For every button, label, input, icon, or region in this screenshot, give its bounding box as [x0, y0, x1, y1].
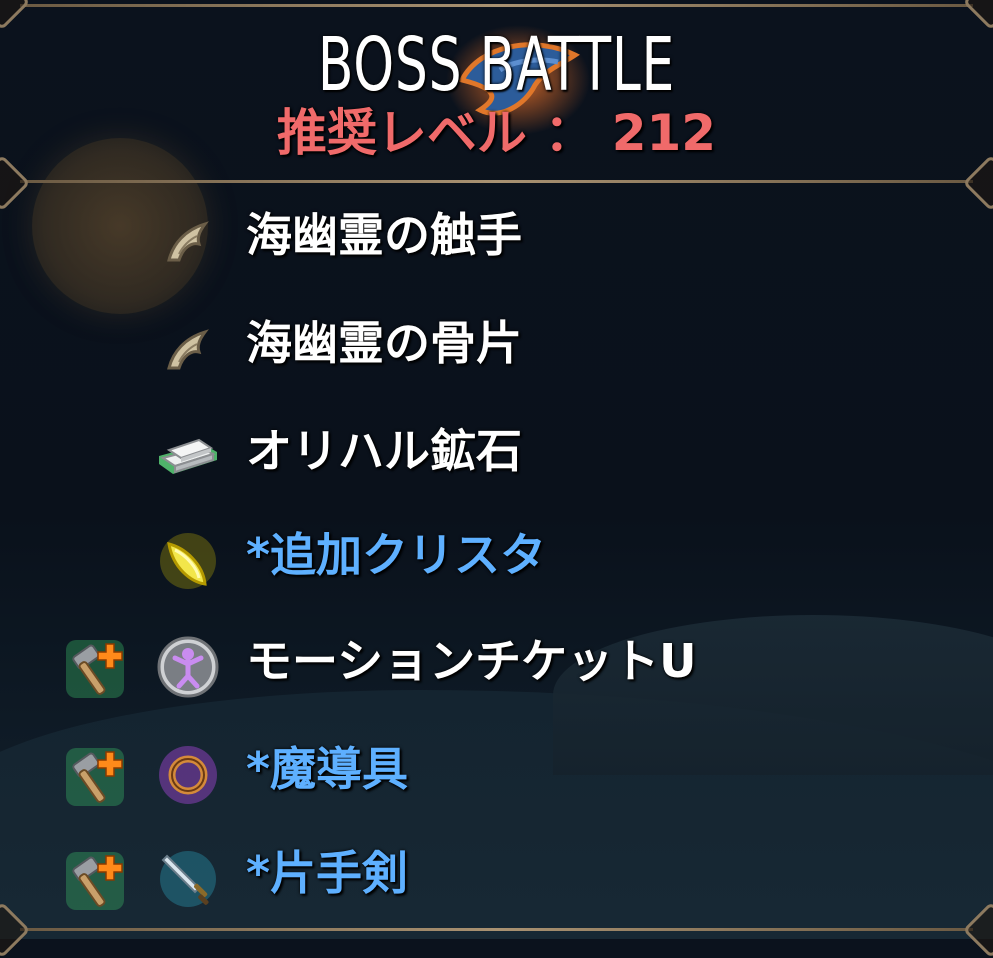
claw-icon	[155, 208, 221, 274]
craft-hammer-plus-icon	[62, 744, 128, 810]
drop-item-row[interactable]: *追加クリスタ	[0, 520, 993, 600]
craft-hammer-plus-icon	[62, 636, 128, 702]
yellow-crystal-icon	[155, 528, 221, 594]
drop-item-label: *追加クリスタ	[246, 528, 547, 582]
frame-top	[20, 4, 973, 7]
magic-ring-icon	[155, 742, 221, 808]
drop-item-row[interactable]: 海幽霊の骨片	[0, 308, 993, 388]
drop-item-label: 海幽霊の触手	[246, 208, 522, 262]
frame-divider	[20, 180, 973, 183]
drop-item-label: オリハル鉱石	[246, 424, 522, 478]
drop-item-row[interactable]: オリハル鉱石	[0, 416, 993, 496]
one-hand-sword-icon	[155, 846, 221, 912]
claw-icon	[155, 316, 221, 382]
drop-item-label: モーションチケットU	[246, 634, 697, 688]
drop-item-row[interactable]: 海幽霊の触手	[0, 200, 993, 280]
boss-battle-title: BOSS BATTLE	[317, 22, 676, 108]
drop-item-label: 海幽霊の骨片	[246, 316, 522, 370]
drop-item-row[interactable]: *魔導具	[0, 734, 993, 814]
drop-item-label: *魔導具	[246, 742, 409, 796]
recommended-level: 推奨レベル ： 212	[276, 104, 717, 162]
motion-figure-icon	[155, 634, 221, 700]
craft-hammer-plus-icon	[62, 848, 128, 914]
frame-bottom	[20, 928, 973, 931]
ore-ingot-icon	[155, 424, 221, 490]
drop-item-row[interactable]: モーションチケットU	[0, 626, 993, 706]
drop-item-label: *片手剣	[246, 846, 409, 900]
drop-item-row[interactable]: *片手剣	[0, 838, 993, 918]
